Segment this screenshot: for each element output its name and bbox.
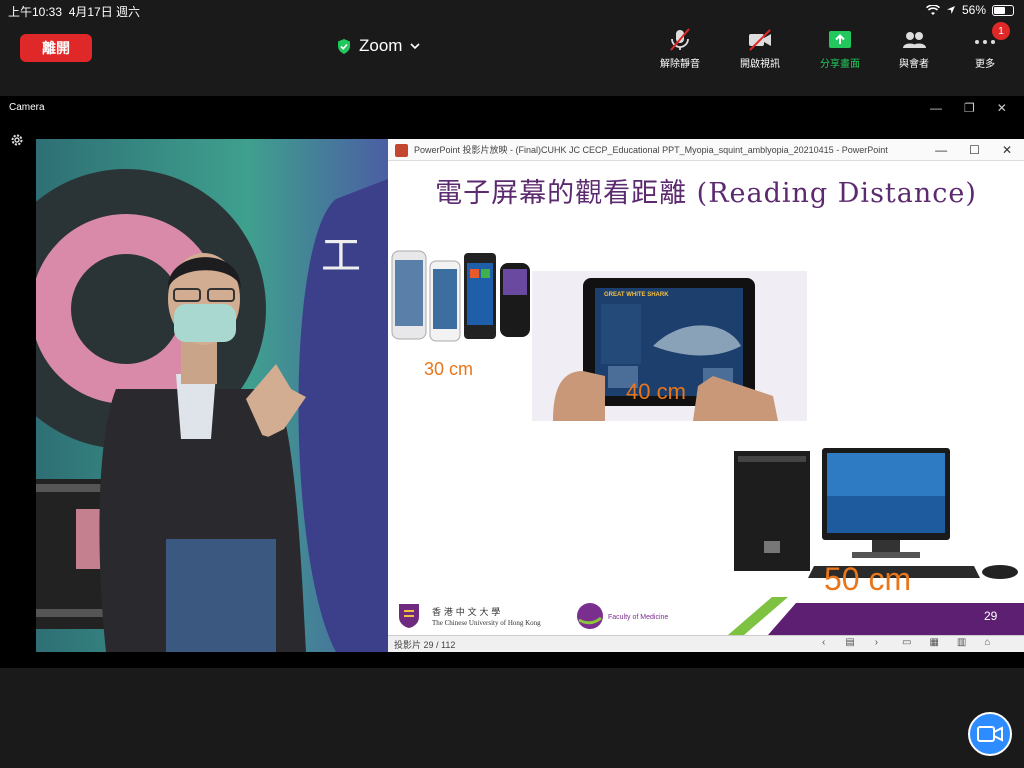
smartphones-image [391, 250, 530, 342]
speaker-video: 工 [36, 139, 388, 652]
slide: 電子屏幕的觀看距離 (Reading Distance) 30 cm GREAT… [388, 161, 1024, 635]
cu-medicine-logo-icon [577, 603, 603, 629]
floating-video-button[interactable] [968, 712, 1012, 756]
meeting-title[interactable]: Zoom [337, 36, 421, 56]
participants-icon [903, 32, 926, 48]
powerpoint-window-controls: — ☐ ✕ [935, 143, 1012, 157]
slide-footer-bar [728, 597, 1024, 635]
location-icon [946, 6, 955, 14]
meeting-toolbar: 離開 Zoom 解除靜音 開啟視訊 分享畫面 與會者 更多 1 [0, 20, 1024, 72]
powerpoint-logo-icon [395, 144, 408, 157]
reading-view-icon[interactable]: ▥ [957, 637, 966, 648]
more-label: 更多 [975, 59, 995, 70]
tablet-screen-title: GREAT WHITE SHARK [604, 292, 669, 298]
desktop-computer-image [734, 448, 1018, 579]
battery-icon [992, 4, 1014, 16]
share-screen-label: 分享畫面 [820, 59, 860, 70]
slide-menu-icon[interactable]: ▤ [845, 637, 854, 648]
ppt-close-icon[interactable]: ✕ [1002, 143, 1012, 157]
mic-muted-icon [670, 28, 690, 51]
unmute-button[interactable]: 解除靜音 [650, 28, 710, 70]
unmute-label: 解除靜音 [660, 59, 700, 70]
camera-window-controls: — ❐ ✕ [930, 101, 1007, 115]
camera-label: Camera [9, 102, 45, 113]
slideshow-view-icon[interactable]: ⌂ [984, 637, 990, 648]
shield-check-icon [338, 38, 350, 54]
more-badge: 1 [992, 22, 1010, 40]
pc-distance-label: 50 cm [824, 561, 912, 597]
powerpoint-titlebar: PowerPoint 投影片放映 - (Final)CUHK JC CECP_E… [388, 139, 1024, 161]
svg-text:工: 工 [321, 233, 361, 279]
minimize-icon[interactable]: — [930, 101, 942, 115]
status-right: 56% [925, 3, 1014, 17]
start-video-label: 開啟視訊 [740, 59, 780, 70]
meeting-title-text: Zoom [359, 36, 403, 55]
powerpoint-statusbar: 投影片 29 / 112 ‹ ▤ › ▭ ▦ ▥ ⌂ [388, 635, 1024, 652]
battery-percent: 56% [961, 3, 986, 17]
chevron-down-icon [410, 42, 421, 49]
slide-nav-controls: ‹ ▤ › [822, 637, 878, 648]
faculty-name: Faculty of Medicine [608, 614, 669, 621]
next-slide-icon[interactable]: › [875, 637, 878, 648]
slide-sorter-icon[interactable]: ▦ [929, 637, 938, 648]
status-time: 上午10:33 [8, 5, 63, 19]
cuhk-name-en: The Chinese University of Hong Kong [432, 619, 541, 627]
slide-counter: 投影片 29 / 112 [394, 640, 456, 650]
cuhk-crest-icon [399, 604, 419, 628]
powerpoint-window-title: PowerPoint 投影片放映 - (Final)CUHK JC CECP_E… [414, 145, 888, 155]
gear-icon[interactable] [10, 133, 24, 147]
start-video-button[interactable]: 開啟視訊 [730, 28, 790, 70]
status-bar: 上午10:33 4月17日 週六 56% [0, 0, 1024, 20]
status-date: 4月17日 週六 [68, 5, 141, 19]
ppt-maximize-icon[interactable]: ☐ [969, 143, 980, 157]
cuhk-name-zh: 香 港 中 文 大 學 [432, 608, 501, 618]
share-screen-button[interactable]: 分享畫面 [810, 28, 870, 70]
wifi-icon [925, 4, 940, 15]
powerpoint-window: PowerPoint 投影片放映 - (Final)CUHK JC CECP_E… [388, 139, 1024, 652]
tablet-distance-label: 40 cm [626, 379, 686, 404]
slide-number: 29 [984, 609, 998, 623]
participants-label: 與會者 [899, 59, 929, 70]
leave-button[interactable]: 離開 [20, 34, 92, 62]
speaker-scene: 工 [36, 139, 388, 652]
restore-icon[interactable]: ❐ [964, 101, 975, 115]
close-icon[interactable]: ✕ [997, 101, 1007, 115]
ppt-minimize-icon[interactable]: — [935, 143, 947, 157]
participants-button[interactable]: 與會者 [884, 28, 944, 70]
status-time-date: 上午10:33 4月17日 週六 [8, 3, 140, 20]
normal-view-icon[interactable]: ▭ [902, 637, 911, 648]
video-camera-icon [977, 726, 1003, 742]
view-controls: ▭ ▦ ▥ ⌂ [902, 637, 990, 648]
phone-distance-label: 30 cm [424, 359, 474, 379]
share-screen-icon [829, 31, 851, 48]
prev-slide-icon[interactable]: ‹ [822, 637, 825, 648]
video-off-icon [749, 29, 771, 51]
slide-title: 電子屏幕的觀看距離 (Reading Distance) [435, 178, 977, 209]
